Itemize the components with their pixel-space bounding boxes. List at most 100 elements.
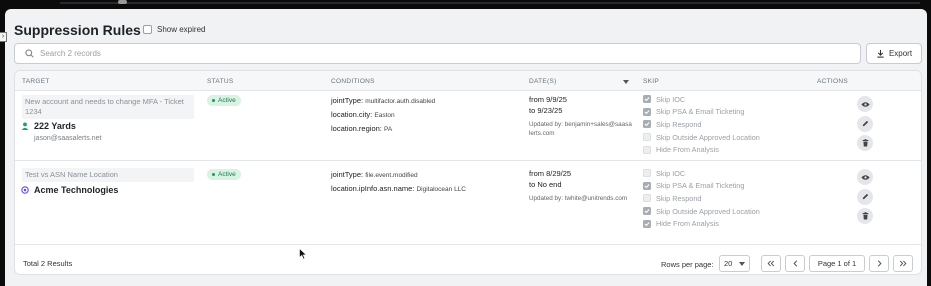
delete-button[interactable] (857, 135, 873, 151)
show-expired-label: Show expired (157, 25, 206, 34)
target-name-text: Acme Technologies (34, 185, 119, 195)
condition-value: file.event.modified (365, 172, 418, 179)
skip-option[interactable]: Skip Outside Approved Location (643, 131, 760, 144)
skip-label: Skip Outside Approved Location (656, 206, 760, 216)
conditions-list: jointType: multifactor.auth.disabled loc… (331, 94, 435, 136)
header-skip: SKIP (643, 78, 660, 85)
suppression-rules-page: Suppression Rules Show expired Export TA… (5, 9, 927, 286)
edit-button[interactable] (857, 115, 873, 132)
skip-label: Hide From Analysis (656, 219, 719, 229)
status-dot (212, 99, 215, 102)
sidebar-expand-handle[interactable]: › (0, 32, 7, 42)
condition-key: jointType: (331, 96, 364, 105)
pencil-icon (862, 193, 868, 200)
skip-option[interactable]: Skip Outside Approved Location (643, 205, 760, 218)
target-name: 222 Yards (21, 121, 76, 131)
last-page-button[interactable] (893, 255, 913, 272)
chevron-down-icon (739, 261, 745, 266)
skip-option[interactable]: Hide From Analysis (643, 143, 760, 156)
search-input[interactable] (40, 49, 820, 58)
chevron-right-icon (877, 260, 882, 267)
rule-description: Test vs ASN Name Location (22, 168, 194, 182)
checkbox-checked-icon[interactable] (643, 107, 651, 116)
checkbox-unchecked-icon[interactable] (643, 194, 651, 203)
skip-label: Skip IOC (656, 168, 686, 178)
table-header: TARGET STATUS CONDITIONS DATE(S) SKIP AC… (15, 71, 921, 91)
condition-item: jointType: multifactor.auth.disabled (331, 94, 435, 108)
header-target: TARGET (22, 78, 50, 85)
checkbox-checked-icon[interactable] (643, 181, 651, 190)
show-expired-toggle[interactable]: Show expired (143, 25, 205, 34)
total-results: Total 2 Results (23, 259, 73, 268)
rows-per-page-select[interactable]: 20 (719, 255, 750, 272)
skip-option[interactable]: Skip Respond (643, 118, 760, 131)
skip-option[interactable]: Hide From Analysis (643, 217, 760, 230)
export-button[interactable]: Export (866, 43, 922, 64)
top-divider (60, 2, 920, 4)
header-status: STATUS (207, 78, 234, 85)
trash-icon (862, 212, 868, 220)
mouse-cursor-icon (299, 248, 307, 260)
condition-item: location.ipInfo.asn.name: Digitalocean L… (331, 182, 466, 196)
condition-item: location.region: PA (331, 122, 435, 136)
conditions-list: jointType: file.event.modified location.… (331, 168, 466, 196)
header-dates[interactable]: DATE(S) (529, 78, 557, 85)
header-actions: ACTIONS (817, 78, 848, 85)
search-icon (25, 49, 34, 58)
skip-option[interactable]: Skip Respond (643, 192, 760, 205)
pencil-icon (862, 120, 868, 127)
condition-item: location.city: Easton (331, 108, 435, 122)
condition-key: location.ipInfo.asn.name: (331, 184, 415, 193)
status-text: Active (218, 171, 236, 178)
checkbox-checked-icon[interactable] (643, 95, 651, 104)
checkbox-unchecked-icon[interactable] (643, 133, 651, 142)
rows-per-page-label: Rows per page: (661, 260, 714, 269)
sort-desc-icon[interactable] (623, 80, 629, 84)
condition-key: location.city: (331, 110, 373, 119)
export-label: Export (888, 49, 913, 58)
next-page-button[interactable] (869, 255, 889, 272)
right-edge (927, 9, 931, 286)
row-actions (857, 96, 873, 155)
checkbox-checked-icon[interactable] (643, 120, 651, 129)
skip-option[interactable]: Skip PSA & Email Ticketing (643, 180, 760, 193)
checkbox-unchecked-icon[interactable] (643, 169, 651, 178)
skip-option[interactable]: Skip IOC (643, 93, 760, 106)
show-expired-checkbox[interactable] (143, 25, 152, 34)
first-page-button[interactable] (761, 255, 781, 272)
skip-label: Skip PSA & Email Ticketing (656, 181, 745, 191)
skip-option[interactable]: Skip PSA & Email Ticketing (643, 106, 760, 119)
previous-page-button[interactable] (785, 255, 805, 272)
download-icon (877, 49, 884, 58)
page-indicator: Page 1 of 1 (809, 255, 865, 272)
view-button[interactable] (857, 169, 873, 185)
condition-key: jointType: (331, 170, 364, 179)
status-badge: Active (207, 95, 241, 106)
condition-value: Easton (374, 112, 395, 119)
checkbox-checked-icon[interactable] (643, 219, 651, 228)
rows-per-page-value: 20 (724, 259, 733, 268)
page-title: Suppression Rules (14, 22, 141, 38)
status-text: Active (218, 97, 236, 104)
date-from: from 8/29/25 (529, 169, 572, 178)
date-from: from 9/9/25 (529, 95, 567, 104)
eye-icon (860, 174, 870, 180)
view-button[interactable] (857, 96, 873, 112)
checkbox-unchecked-icon[interactable] (643, 145, 651, 154)
checkbox-checked-icon[interactable] (643, 207, 651, 216)
delete-button[interactable] (857, 208, 873, 224)
eye-icon (860, 101, 870, 107)
updated-by: Updated by: twhite@unitrends.com (529, 195, 628, 202)
date-range: from 8/29/25 to No end (529, 168, 571, 190)
skip-option[interactable]: Skip IOC (643, 167, 760, 180)
search-bar[interactable] (14, 43, 861, 64)
skip-options: Skip IOC Skip PSA & Email Ticketing Skip… (643, 167, 760, 230)
organization-icon (21, 186, 29, 194)
skip-label: Hide From Analysis (656, 145, 719, 155)
edit-button[interactable] (857, 188, 873, 205)
updated-by: Updated by: benjamin+sales@saasalerts.co… (529, 121, 632, 137)
skip-label: Skip Respond (656, 119, 702, 129)
top-handle (118, 0, 127, 4)
chevron-left-icon (792, 260, 797, 267)
date-range: from 9/9/25 to 9/23/25 (529, 94, 567, 116)
